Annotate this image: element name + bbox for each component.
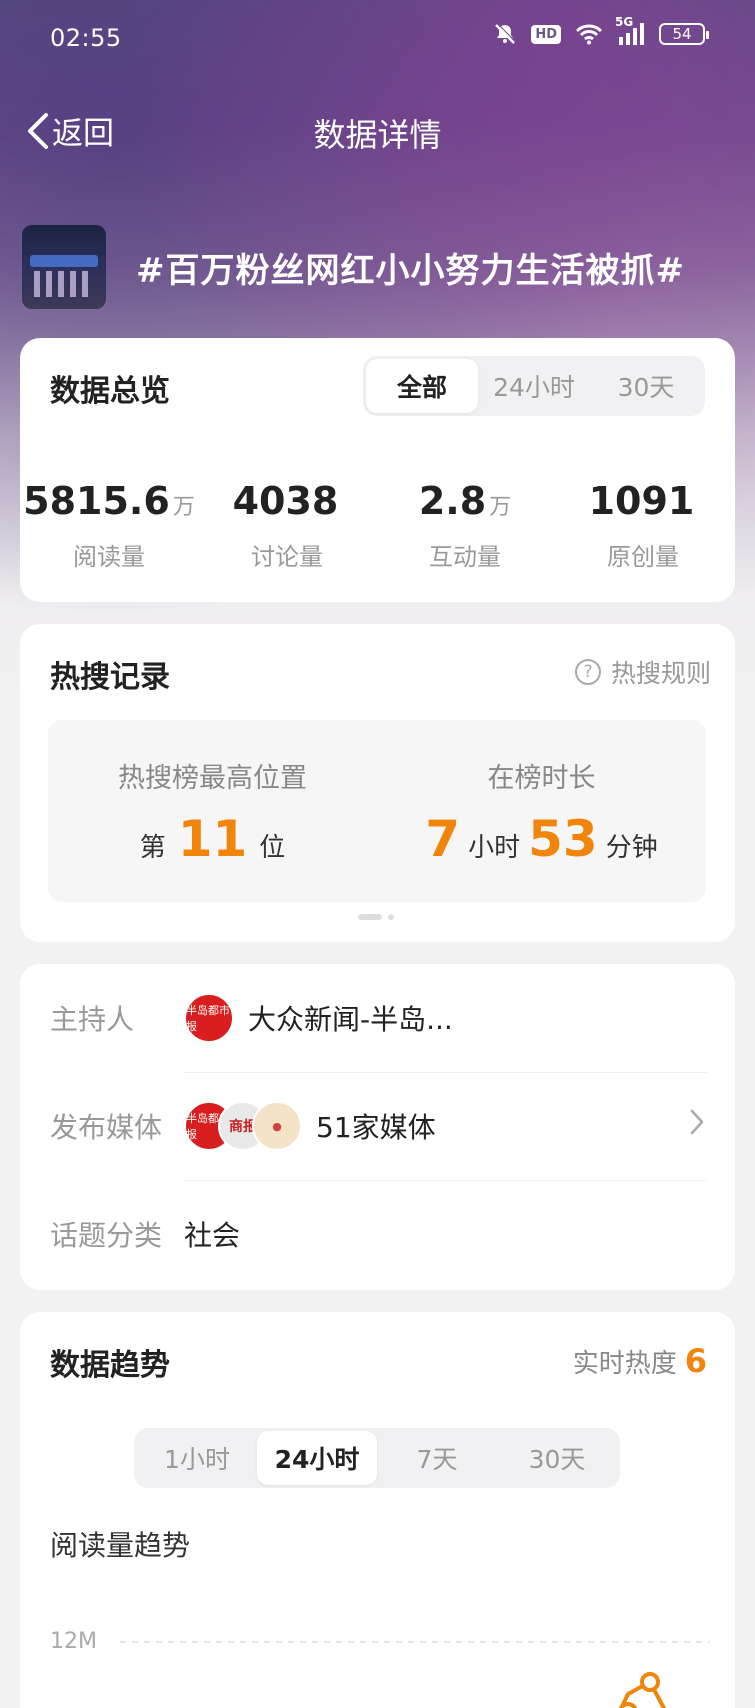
category-value: 社会 — [184, 1219, 241, 1252]
wifi-icon — [575, 23, 603, 45]
media-row[interactable]: 发布媒体 半岛都市报 商报 ● 51家媒体 — [20, 1072, 735, 1180]
peak-rank-label: 热搜榜最高位置 — [118, 763, 307, 794]
question-icon: ? — [574, 659, 601, 685]
tab-all[interactable]: 全部 — [366, 359, 478, 413]
tab-7d[interactable]: 7天 — [377, 1431, 497, 1485]
pager-dots — [358, 914, 394, 920]
topic-thumbnail[interactable] — [22, 225, 106, 309]
tab-24h[interactable]: 24小时 — [478, 359, 590, 413]
stat-interactions-value: 2.8 — [418, 479, 487, 523]
overview-card: 数据总览 全部 24小时 30天 5815.6 万 阅读量 4038 讨论量 2.… — [20, 338, 735, 602]
stat-originals-label: 原创量 — [607, 543, 679, 571]
trend-point — [618, 1702, 638, 1708]
duration-minutes: 53 — [528, 810, 598, 868]
hot-search-title: 热搜记录 — [50, 660, 170, 695]
host-label: 主持人 — [50, 1003, 135, 1036]
tab-30d[interactable]: 30天 — [590, 359, 702, 413]
hd-icon: HD — [531, 24, 561, 44]
peak-rank-suffix: 位 — [259, 833, 286, 863]
stat-discussions-value: 4038 — [232, 479, 339, 523]
on-list-duration: 在榜时长 7 小时 53 分钟 — [377, 756, 706, 867]
pager-dot — [388, 914, 394, 920]
chevron-right-icon[interactable] — [689, 1108, 705, 1144]
host-avatar: 半岛都市报 — [184, 993, 234, 1043]
hot-search-rules-label: 热搜规则 — [610, 659, 711, 688]
trend-card: 数据趋势 实时热度 6 1小时 24小时 7天 30天 阅读量趋势 12M — [20, 1312, 735, 1708]
tab-30d[interactable]: 30天 — [497, 1431, 617, 1485]
overview-stats: 5815.6 万 阅读量 4038 讨论量 2.8 万 互动量 1091 原创量 — [20, 478, 735, 572]
peak-rank-value: 11 — [177, 810, 248, 868]
nav-bar: 返回 数据详情 — [0, 100, 755, 160]
network-label: 5G — [615, 15, 634, 29]
status-icons: HD 5G 54 — [493, 15, 709, 46]
stat-interactions: 2.8 万 互动量 — [376, 478, 554, 572]
duration-hours: 7 — [425, 810, 461, 868]
signal-5g-icon: 5G — [615, 15, 645, 45]
reads-trend-title: 阅读量趋势 — [50, 1529, 191, 1562]
category-row: 话题分类 社会 — [20, 1180, 735, 1288]
peak-rank-prefix: 第 — [139, 833, 166, 863]
topic-title: #百万粉丝网红小小努力生活被抓# — [136, 250, 685, 291]
trend-title: 数据趋势 — [50, 1348, 170, 1383]
media-count: 51家媒体 — [316, 1111, 436, 1144]
battery-indicator: 54 — [659, 23, 709, 45]
tab-24h[interactable]: 24小时 — [257, 1431, 377, 1485]
hours-unit: 小时 — [468, 833, 521, 863]
media-logo: ● — [252, 1101, 302, 1151]
realtime-heat-label: 实时热度 — [572, 1349, 677, 1379]
stat-reads-value: 5815.6 — [23, 479, 170, 523]
stat-interactions-unit: 万 — [489, 495, 512, 520]
hot-search-card: 热搜记录 ? 热搜规则 热搜榜最高位置 第 11 位 在榜时长 7 小时 53 … — [20, 624, 735, 942]
peak-rank: 热搜榜最高位置 第 11 位 — [48, 756, 377, 867]
tab-1h[interactable]: 1小时 — [137, 1431, 257, 1485]
topic-header: #百万粉丝网红小小努力生活被抓# — [22, 224, 742, 310]
trend-range-tabs: 1小时 24小时 7天 30天 — [134, 1428, 620, 1488]
pager-dot-active — [358, 914, 382, 920]
realtime-heat: 实时热度 6 — [573, 1342, 707, 1380]
stat-discussions-label: 讨论量 — [251, 543, 323, 571]
minutes-unit: 分钟 — [605, 833, 658, 863]
stat-reads-unit: 万 — [172, 495, 195, 520]
host-row[interactable]: 主持人 半岛都市报 大众新闻-半岛... — [20, 964, 735, 1072]
stat-originals-value: 1091 — [588, 479, 695, 523]
thumbnail-light — [30, 255, 98, 267]
status-bar: 02:55 HD 5G 54 — [0, 0, 755, 76]
overview-range-tabs: 全部 24小时 30天 — [363, 356, 705, 416]
overview-title: 数据总览 — [50, 374, 170, 409]
host-name: 大众新闻-半岛... — [248, 1003, 453, 1036]
bell-off-icon — [493, 22, 517, 46]
duration-label: 在榜时长 — [487, 763, 596, 794]
topic-info-card: 主持人 半岛都市报 大众新闻-半岛... 发布媒体 半岛都市报 商报 ● 51家… — [20, 964, 735, 1290]
reads-trend-chart — [120, 1641, 710, 1708]
thumbnail-figures — [34, 271, 94, 297]
status-time: 02:55 — [50, 24, 122, 52]
media-label: 发布媒体 — [50, 1111, 163, 1144]
hot-search-record-box: 热搜榜最高位置 第 11 位 在榜时长 7 小时 53 分钟 — [48, 720, 706, 902]
stat-reads: 5815.6 万 阅读量 — [20, 478, 198, 572]
stat-reads-label: 阅读量 — [73, 543, 145, 571]
stat-originals: 1091 原创量 — [554, 478, 732, 572]
trend-point — [640, 1672, 660, 1692]
page-title: 数据详情 — [313, 116, 442, 154]
hot-search-rules-link[interactable]: ? 热搜规则 — [574, 654, 711, 690]
stat-discussions: 4038 讨论量 — [198, 478, 376, 572]
stat-interactions-label: 互动量 — [429, 543, 501, 571]
category-label: 话题分类 — [50, 1219, 163, 1252]
realtime-heat-value: 6 — [684, 1342, 707, 1380]
media-logo-stack: 半岛都市报 商报 ● — [184, 1101, 302, 1151]
